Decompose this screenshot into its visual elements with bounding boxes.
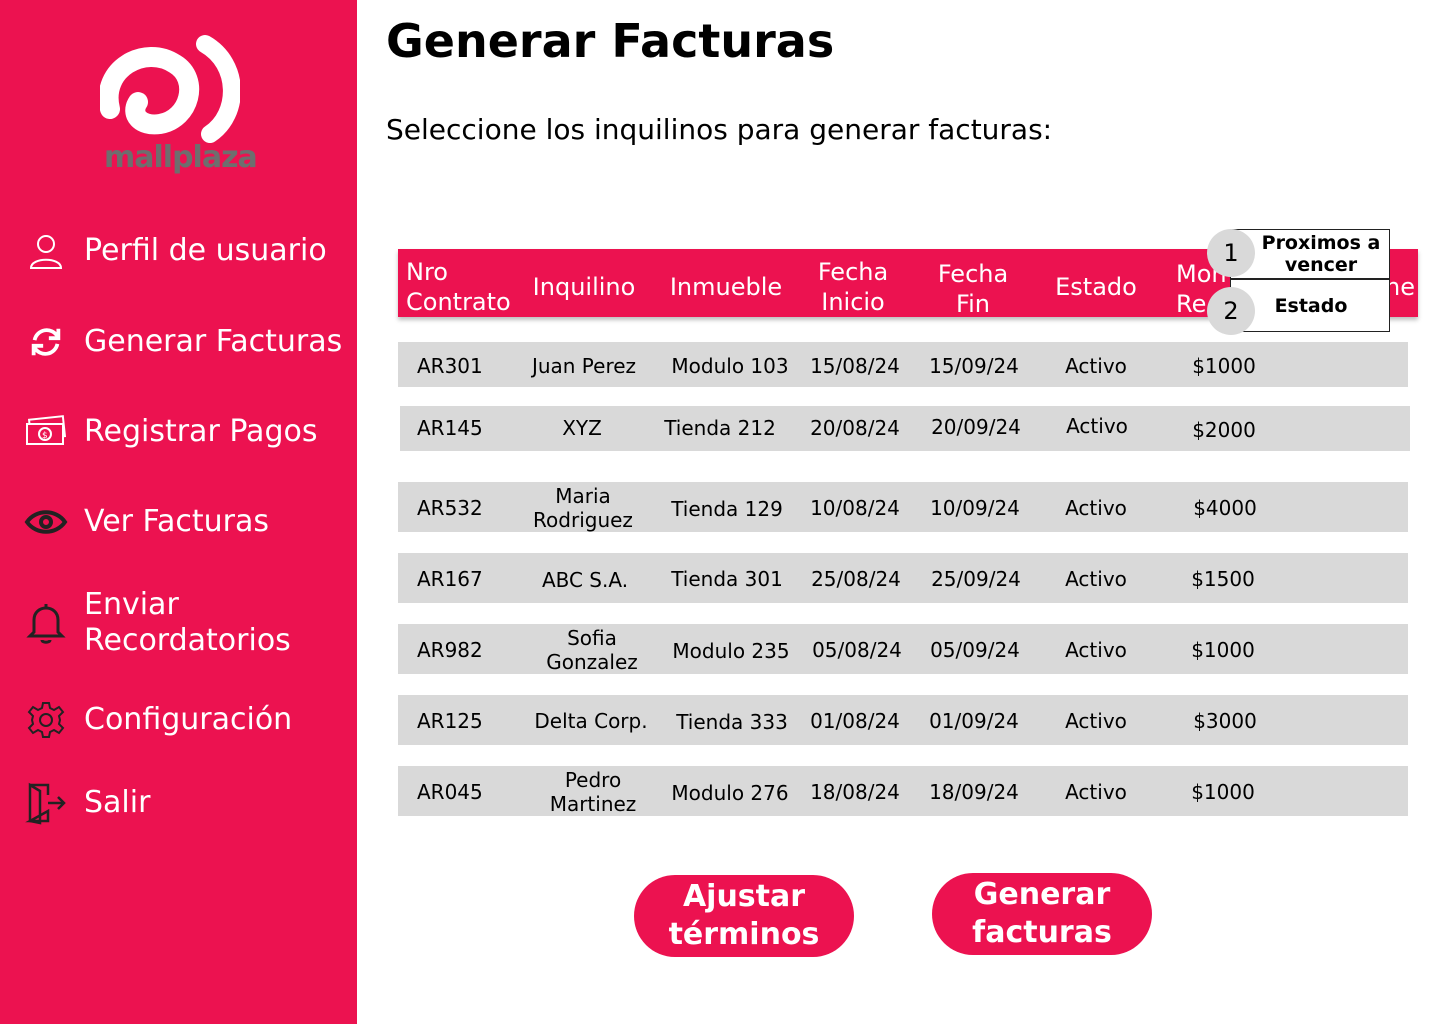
table-row[interactable]: AR145 XYZ Tienda 212 20/08/24 20/09/24 A… [400,406,1410,451]
sidebar-item-configuracion[interactable]: Configuración [22,696,292,744]
sidebar-item-perfil[interactable]: Perfil de usuario [22,227,327,275]
cell-monto: $4000 [1193,496,1257,520]
sort-option-number-badge: 2 [1207,287,1255,335]
cell-fecha-fin: 01/09/24 [929,709,1019,733]
sidebar-item-registrar-pagos[interactable]: $ Registrar Pagos [22,408,317,456]
cell-monto: $1000 [1191,780,1255,804]
cell-monto: $1000 [1192,354,1256,378]
cell-inmueble: Modulo 103 [671,354,789,378]
cell-inquilino: Delta Corp. [534,709,648,733]
bell-icon [22,599,70,647]
column-header-fecha-fin[interactable]: Fecha Fin [928,259,1018,319]
cell-fecha-fin: 10/09/24 [930,496,1020,520]
table-row[interactable]: AR532 Maria Rodriguez Tienda 129 10/08/2… [398,482,1408,532]
cell-fecha-inicio: 10/08/24 [810,496,900,520]
cell-inmueble: Modulo 276 [671,781,789,805]
generate-invoices-button[interactable]: Generar facturas [932,873,1152,955]
column-header-label: Nro Contrato [406,258,511,316]
cell-contrato: AR045 [417,780,483,804]
adjust-terms-button[interactable]: Ajustar términos [634,875,854,957]
cell-contrato: AR301 [417,354,483,378]
cell-fecha-fin: 20/09/24 [931,415,1021,439]
cell-monto: $1500 [1191,567,1255,591]
cell-inmueble: Tienda 301 [671,567,783,591]
cell-inquilino: Sofia Gonzalez [546,626,638,674]
cell-inquilino: ABC S.A. [541,568,629,592]
cell-inmueble: Tienda 333 [676,710,788,734]
sidebar-item-label: Salir [84,785,151,820]
cell-fecha-inicio: 05/08/24 [812,638,902,662]
cell-inmueble: Tienda 129 [671,497,783,521]
sidebar-item-label: Ver Facturas [84,504,270,539]
brand-wordmark: mallplaza [104,140,258,175]
sidebar-item-label: Configuración [84,702,293,737]
sidebar-item-label: Perfil de usuario [84,233,327,268]
user-icon [22,227,70,275]
table-row[interactable]: AR125 Delta Corp. Tienda 333 01/08/24 01… [398,695,1408,745]
cell-estado: Activo [1065,709,1127,733]
sidebar-item-label: Registrar Pagos [84,414,318,449]
table-row[interactable]: AR982 Sofia Gonzalez Modulo 235 05/08/24… [398,624,1408,674]
cell-fecha-inicio: 25/08/24 [811,567,901,591]
table-row[interactable]: AR045 Pedro Martinez Modulo 276 18/08/24… [398,766,1408,816]
cell-inmueble: Modulo 235 [672,639,790,663]
table-row[interactable]: AR301 Juan Perez Modulo 103 15/08/24 15/… [398,342,1408,387]
cell-estado: Activo [1065,780,1127,804]
svg-text:$: $ [42,431,48,441]
cell-inmueble: Tienda 212 [664,416,776,440]
cell-contrato: AR532 [417,496,483,520]
cell-contrato: AR145 [417,416,483,440]
sort-option-number-badge: 1 [1207,229,1255,277]
sidebar-item-label: Generar Facturas [84,324,343,359]
cell-fecha-inicio: 01/08/24 [810,709,900,733]
cell-fecha-fin: 15/09/24 [929,354,1019,378]
cell-fecha-inicio: 18/08/24 [810,780,900,804]
cell-inquilino: Pedro Martinez [549,768,637,816]
sidebar-item-ver-facturas[interactable]: Ver Facturas [22,498,269,546]
cell-fecha-inicio: 20/08/24 [810,416,900,440]
cell-estado: Activo [1065,638,1127,662]
cell-estado: Activo [1065,567,1127,591]
cell-fecha-inicio: 15/08/24 [810,354,900,378]
sort-option-label: Proximos a vencer [1261,232,1381,276]
sidebar-item-salir[interactable]: Salir [22,779,150,827]
sidebar-item-label: Enviar Recordatorios [84,587,291,658]
cell-fecha-fin: 18/09/24 [929,780,1019,804]
logout-icon [22,779,70,827]
cell-monto: $3000 [1193,709,1257,733]
column-header-inmueble[interactable]: Inmueble [666,272,786,302]
table-row[interactable]: AR167 ABC S.A. Tienda 301 25/08/24 25/09… [398,553,1408,603]
refresh-icon [22,318,70,366]
sidebar: mallplaza Perfil de usuario Generar Fact… [0,0,357,1024]
sort-option-label: Estado [1274,294,1348,317]
column-header-estado[interactable]: Estado [1046,272,1146,302]
cell-fecha-fin: 05/09/24 [930,638,1020,662]
cell-contrato: AR125 [417,709,483,733]
eye-icon [22,498,70,546]
cell-contrato: AR167 [417,567,483,591]
cell-fecha-fin: 25/09/24 [931,567,1021,591]
page-subtitle: Seleccione los inquilinos para generar f… [386,113,1053,146]
gear-icon [22,696,70,744]
cell-inquilino: Maria Rodriguez [533,484,633,532]
cell-monto: $1000 [1191,638,1255,662]
cell-monto: $2000 [1192,418,1256,442]
cell-estado: Activo [1065,496,1127,520]
cell-inquilino: XYZ [562,416,602,440]
sidebar-item-enviar-recordatorios[interactable]: Enviar Recordatorios [22,587,324,659]
column-header-inquilino[interactable]: Inquilino [530,272,638,302]
money-icon: $ [22,408,70,456]
sidebar-item-generar-facturas[interactable]: Generar Facturas [22,318,342,366]
column-header-nro-contrato[interactable]: Nro Contrato [406,257,516,317]
column-header-fecha-inicio[interactable]: Fecha Inicio [808,257,898,317]
cell-inquilino: Juan Perez [531,354,637,378]
page-title: Generar Facturas [386,14,835,68]
cell-contrato: AR982 [417,638,483,662]
cell-estado: Activo [1066,414,1128,438]
cell-estado: Activo [1065,354,1127,378]
